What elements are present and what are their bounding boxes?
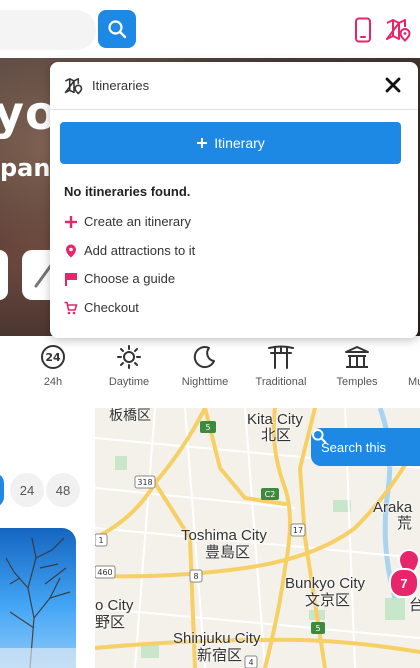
step-add-attractions: Add attractions to it — [64, 243, 195, 258]
map-view[interactable]: 5 318 C2 17 8 5 4 460 1 板橋区 Kita City 北区… — [95, 408, 420, 668]
museum-icon — [386, 344, 412, 370]
map-label: 豊島区 — [205, 544, 251, 561]
map-label: 文京区 — [305, 592, 351, 609]
location-pin-icon — [66, 244, 76, 257]
top-bar — [0, 0, 420, 59]
step-label: Create an itinerary — [84, 214, 191, 229]
attraction-photo[interactable] — [0, 528, 76, 668]
category-label: Traditional — [255, 376, 307, 388]
category-museums[interactable]: Mu — [386, 342, 420, 388]
duration-chip-selected[interactable] — [0, 473, 4, 507]
hero-subtitle: pan — [0, 154, 51, 182]
sun-icon — [117, 345, 141, 369]
category-label: Temples — [336, 376, 378, 388]
category-temples[interactable]: Temples — [321, 342, 393, 388]
map-label: 野区 — [95, 614, 126, 631]
map-cluster-marker[interactable]: 7 — [389, 568, 419, 598]
flag-icon — [65, 272, 77, 286]
temple-icon — [345, 346, 369, 368]
phone-icon — [355, 17, 371, 43]
category-nighttime[interactable]: Nighttime — [169, 342, 241, 388]
close-icon — [385, 77, 401, 93]
24h-icon: 24 — [41, 345, 65, 369]
hero-title: yo — [0, 86, 58, 140]
itineraries-popup: Itineraries Itinerary No itineraries fou… — [50, 62, 418, 338]
route-shield: 5 — [315, 624, 320, 633]
phone-button[interactable] — [350, 16, 376, 44]
search-button[interactable] — [98, 10, 136, 48]
add-itinerary-label: Itinerary — [214, 135, 265, 151]
map-label: Toshima City — [181, 527, 267, 544]
popup-header: Itineraries — [50, 62, 418, 110]
route-shield: 1 — [98, 536, 103, 545]
route-shield: 318 — [137, 478, 152, 487]
duration-chip[interactable]: 48 — [46, 473, 80, 507]
category-label: Nighttime — [181, 376, 229, 388]
route-shield: 460 — [97, 568, 112, 577]
step-label: Choose a guide — [84, 271, 176, 286]
map-label: 台 — [409, 597, 420, 614]
route-shield: 8 — [193, 572, 198, 581]
popup-title: Itineraries — [92, 78, 150, 93]
route-shield: 4 — [248, 658, 253, 667]
cart-icon — [64, 301, 78, 314]
category-label: Daytime — [108, 376, 150, 388]
map-label: Shinjuku City — [173, 630, 261, 647]
map-label: 板橋区 — [109, 408, 151, 423]
search-icon — [312, 429, 327, 444]
svg-text:24: 24 — [45, 351, 61, 364]
step-label: Add attractions to it — [84, 243, 196, 258]
map-label: 北区 — [261, 427, 292, 444]
map-label: 新宿区 — [197, 647, 243, 664]
category-strip: 24 24h Daytime Nighttime Traditional Tem… — [0, 336, 420, 409]
route-shield: 5 — [205, 423, 210, 432]
category-label: Mu — [408, 376, 420, 388]
map-label: Kita City — [247, 411, 303, 428]
category-24h[interactable]: 24 24h — [17, 342, 89, 388]
step-choose-guide: Choose a guide — [64, 271, 175, 286]
route-shield: 17 — [293, 526, 303, 535]
search-this-area-button[interactable]: Search this — [311, 428, 420, 466]
torii-icon — [268, 345, 294, 369]
close-button[interactable] — [382, 74, 404, 96]
map-pin-icon — [386, 19, 411, 42]
add-itinerary-button[interactable]: Itinerary — [60, 122, 401, 164]
category-label: 24h — [43, 376, 63, 388]
plus-icon — [65, 215, 77, 228]
search-icon — [108, 20, 127, 39]
map-pin-icon — [64, 77, 83, 95]
map-label: Araka — [373, 499, 413, 516]
category-daytime[interactable]: Daytime — [93, 342, 165, 388]
category-traditional[interactable]: Traditional — [245, 342, 317, 388]
map-label: o City — [95, 597, 134, 614]
moon-icon — [193, 346, 215, 369]
step-checkout: Checkout — [64, 300, 139, 315]
plus-icon — [197, 138, 208, 148]
search-this-area-label: Search this — [321, 439, 387, 455]
hero-card[interactable] — [0, 250, 8, 300]
map-label: Bunkyo City — [285, 575, 366, 592]
step-label: Checkout — [84, 300, 139, 315]
step-create-itinerary: Create an itinerary — [64, 214, 191, 229]
empty-message: No itineraries found. — [64, 184, 191, 199]
results-panel: 24 48 — [0, 408, 95, 668]
itineraries-button[interactable] — [384, 16, 414, 44]
map-label: 荒 — [397, 515, 413, 532]
search-input[interactable] — [0, 10, 96, 50]
duration-chip[interactable]: 24 — [10, 473, 44, 507]
route-shield: C2 — [265, 490, 276, 499]
